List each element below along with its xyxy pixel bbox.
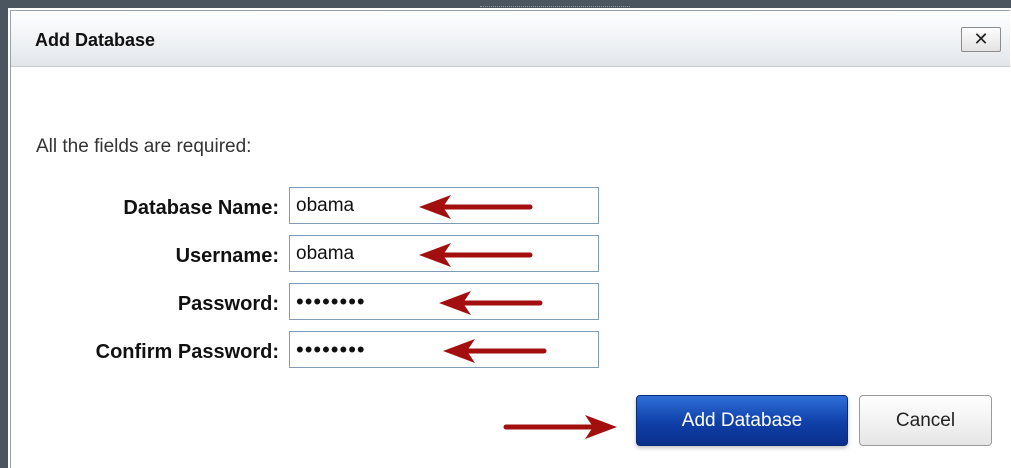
close-icon: ✕ <box>973 29 989 49</box>
add-database-button[interactable]: Add Database <box>636 395 848 446</box>
cancel-button[interactable]: Cancel <box>859 395 992 446</box>
red-arrow-icon <box>439 291 543 315</box>
confirm-password-label: Confirm Password: <box>95 341 279 363</box>
username-label: Username: <box>175 245 279 267</box>
close-button[interactable]: ✕ <box>961 27 1001 52</box>
dialog-title: Add Database <box>35 30 156 50</box>
red-arrow-icon <box>503 415 617 439</box>
add-database-dialog: Add Database ✕ All the fields are requir… <box>10 10 1010 468</box>
background-window-top <box>0 0 1011 8</box>
red-arrow-icon <box>443 339 547 363</box>
password-label: Password: <box>177 293 279 315</box>
red-arrow-icon <box>419 195 533 219</box>
red-arrow-icon <box>419 243 533 267</box>
background-decoration <box>480 0 630 7</box>
database-name-label: Database Name: <box>123 197 279 219</box>
dialog-titlebar: Add Database ✕ <box>11 11 1010 67</box>
required-fields-note: All the fields are required: <box>36 136 252 157</box>
background-window-edge <box>0 0 8 468</box>
